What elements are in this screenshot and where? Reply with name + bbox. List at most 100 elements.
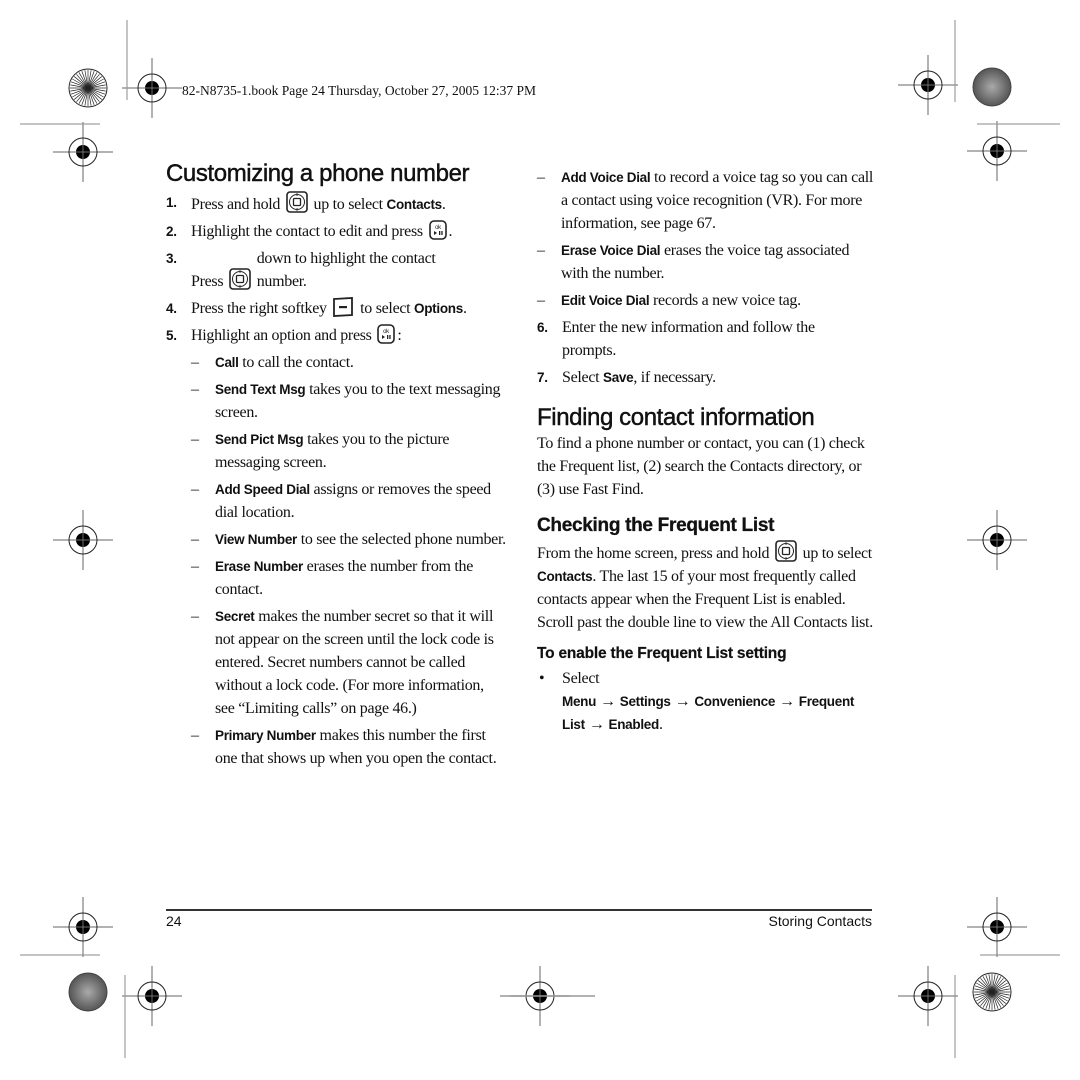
- navigation-key-icon: [229, 268, 251, 290]
- section-title: Finding contact information: [537, 403, 815, 432]
- options-list: – Call to call the contact. – Send Text Msg…: [166, 351, 506, 770]
- navigation-key-icon: [775, 540, 797, 562]
- step-number: 5.: [166, 328, 177, 343]
- left-column: Customizing a phone number 1. Press and …: [166, 159, 506, 770]
- ok-key-icon: ok: [428, 220, 447, 240]
- registration-mark: [121, 57, 183, 119]
- menu-keyword: Save: [603, 370, 634, 385]
- dash-marker: –: [537, 169, 545, 186]
- option-item: – Call to call the contact.: [166, 351, 506, 374]
- step-number: 7.: [537, 370, 548, 385]
- option-keyword: Erase Number: [215, 559, 303, 574]
- right-body: – Add Voice Dial to record a voice tag so…: [537, 166, 877, 736]
- punct: :: [397, 327, 402, 344]
- step-2: 2. Highlight the contact to edit and pre…: [166, 220, 506, 243]
- option-item: – Primary Number makes this number the fi…: [166, 724, 506, 770]
- step-number: 6.: [537, 320, 548, 335]
- menu-keyword: Contacts: [537, 569, 593, 584]
- step-7: 7. Select Save, if necessary.: [537, 366, 877, 389]
- option-keyword: Send Text Msg: [215, 382, 306, 397]
- registration-mark: [509, 965, 571, 1027]
- section-title: Customizing a phone number: [166, 159, 470, 188]
- para-text: Select: [562, 670, 600, 687]
- dash-marker: –: [191, 608, 199, 625]
- registration-mark: [52, 896, 114, 958]
- option-keyword: Primary Number: [215, 728, 316, 743]
- halftone-mark-bottom-left: [68, 972, 108, 1012]
- step-4: 4. Press the right softkey to select Opt…: [166, 297, 506, 320]
- option-item: – Add Voice Dial to record a voice tag so…: [512, 166, 877, 235]
- option-keyword: Add Speed Dial: [215, 482, 310, 497]
- arrow-icon: →: [674, 693, 691, 710]
- option-item: – Edit Voice Dial records a new voice tag…: [512, 289, 877, 312]
- option-keyword: Secret: [215, 609, 255, 624]
- para-text: up to select: [802, 545, 873, 562]
- registration-mark: [52, 509, 114, 571]
- option-description: makes the number secret so that it will …: [215, 608, 494, 717]
- dash-marker: –: [191, 558, 199, 575]
- step-text: Enter the new information and follow the…: [562, 319, 815, 359]
- punct: .: [462, 300, 467, 317]
- footer-rule: [166, 909, 872, 911]
- procedure-title: To enable the Frequent List setting: [537, 645, 787, 662]
- step-3: 3. Press down to highlight the contact n…: [166, 247, 506, 293]
- step-text: Press the right softkey: [191, 300, 327, 317]
- menu-path: Menu → Settings → Convenience → Frequent List →…: [562, 693, 854, 733]
- step-text: , if necessary.: [633, 369, 716, 386]
- option-description: to call the contact.: [242, 354, 354, 371]
- starburst-mark-top-left: [68, 68, 108, 108]
- step-text: Press: [191, 273, 224, 290]
- step-text: down to highlight the contact number.: [256, 250, 436, 290]
- para-text: From the home screen, press and hold: [537, 545, 770, 562]
- procedure-bullet: • Select Menu → Settings → Convenience → Frequ…: [537, 667, 877, 736]
- arrow-icon: →: [779, 693, 795, 710]
- step-text: up to select: [313, 196, 384, 213]
- step-6: 6. Enter the new information and follow …: [537, 316, 877, 362]
- print-slug-line: 82-N8735-1.book Page 24 Thursday, Octobe…: [182, 83, 536, 98]
- option-keyword: Erase Voice Dial: [561, 243, 661, 258]
- steps-list: 1. Press and hold up to select Contacts.…: [166, 191, 506, 770]
- punct: .: [658, 716, 663, 733]
- options-list-continued: – Add Voice Dial to record a voice tag so…: [512, 166, 877, 312]
- menu-keyword: Options: [414, 301, 463, 316]
- right-column: – Add Voice Dial to record a voice tag so…: [537, 162, 877, 736]
- arrow-icon: →: [588, 716, 605, 733]
- step-text: Highlight the contact to edit and press: [191, 223, 423, 240]
- halftone-mark-top-right: [972, 67, 1012, 107]
- registration-mark: [966, 896, 1028, 958]
- right-softkey-icon: [333, 297, 354, 317]
- option-description: to see the selected phone number.: [300, 531, 506, 548]
- dash-marker: –: [537, 242, 545, 259]
- option-item: – Send Text Msg takes you to the text mes…: [166, 378, 506, 424]
- step-1: 1. Press and hold up to select Contacts.: [166, 191, 506, 216]
- step-text: to select: [360, 300, 411, 317]
- option-item: – Send Pict Msg takes you to the picture …: [166, 428, 506, 474]
- punct: .: [448, 223, 453, 240]
- registration-mark: [52, 121, 114, 183]
- menu-keyword: Menu: [562, 694, 597, 709]
- option-description: records a new voice tag.: [652, 292, 801, 309]
- option-item: – View Number to see the selected phone n…: [166, 528, 506, 551]
- bullet-icon: •: [539, 670, 545, 687]
- step-5: 5. Highlight an option and press ok:: [166, 324, 506, 347]
- step-number: 4.: [166, 301, 177, 316]
- option-item: – Erase Voice Dial erases the voice tag a…: [512, 239, 877, 285]
- menu-keyword: Convenience: [694, 694, 776, 709]
- option-keyword: Send Pict Msg: [215, 432, 304, 447]
- registration-mark: [966, 509, 1028, 571]
- registration-mark: [897, 965, 959, 1027]
- page-number: 24: [166, 913, 182, 929]
- dash-marker: –: [191, 381, 199, 398]
- menu-keyword: Contacts: [386, 197, 443, 212]
- step-text: Highlight an option and press: [191, 327, 372, 344]
- step-number: 3.: [166, 251, 177, 266]
- arrow-icon: →: [600, 693, 616, 710]
- registration-mark: [966, 120, 1028, 182]
- dash-marker: –: [191, 431, 199, 448]
- dash-marker: –: [191, 354, 199, 371]
- ok-key-icon: ok: [377, 324, 396, 344]
- dash-marker: –: [191, 727, 199, 744]
- registration-mark: [121, 965, 183, 1027]
- option-item: – Erase Number erases the number from the…: [166, 555, 506, 601]
- menu-keyword: Enabled: [608, 717, 660, 732]
